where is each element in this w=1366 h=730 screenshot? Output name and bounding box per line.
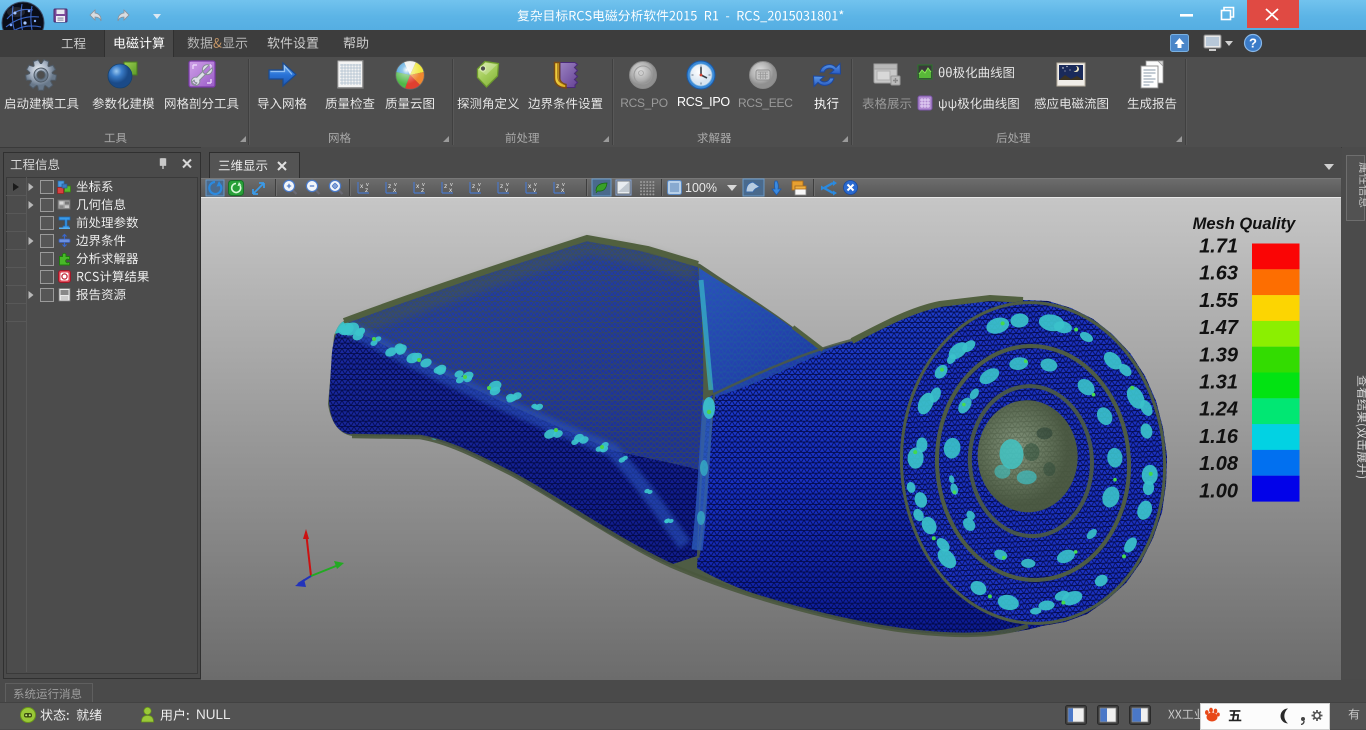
svg-text:v: v — [422, 182, 425, 188]
svg-text:z: z — [421, 187, 424, 194]
svg-text:x: x — [416, 183, 420, 190]
svg-text:v: v — [478, 182, 481, 188]
svg-text:z: z — [365, 187, 368, 194]
svg-text:v: v — [562, 182, 565, 188]
svg-text:z: z — [444, 183, 447, 190]
svg-text:x: x — [528, 183, 532, 190]
svg-text:x: x — [360, 183, 364, 190]
svg-text:v: v — [394, 182, 397, 188]
svg-text:z: z — [472, 183, 475, 190]
svg-text:v: v — [534, 182, 537, 188]
svg-text:z: z — [500, 183, 503, 190]
svg-text:v: v — [506, 182, 509, 188]
svg-text:v: v — [450, 182, 453, 188]
svg-text:z: z — [388, 183, 391, 190]
svg-text:z: z — [556, 183, 559, 190]
svg-text:v: v — [366, 182, 369, 188]
svg-text:100%: 100% — [685, 181, 717, 195]
